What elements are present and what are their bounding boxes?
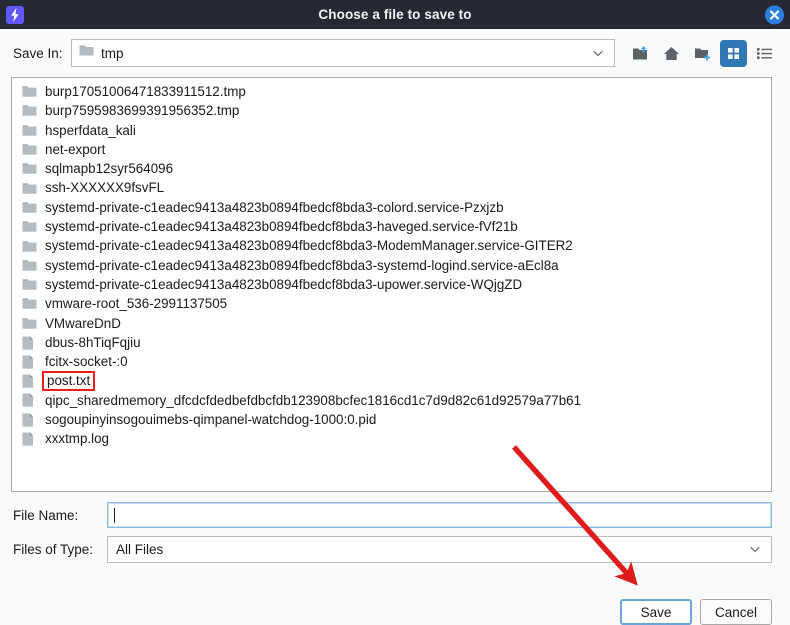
file-list-item-label: VMwareDnD	[45, 315, 121, 331]
file-list-item[interactable]: sqlmapb12syr564096	[12, 159, 771, 178]
file-list-item[interactable]: systemd-private-c1eadec9413a4823b0894fbe…	[12, 275, 771, 294]
filename-row: File Name:	[13, 501, 772, 529]
save-in-label: Save In:	[13, 45, 63, 61]
file-list-item[interactable]: xxxtmp.log	[12, 429, 771, 448]
file-list-item-label: sogoupinyinsogouimebs-qimpanel-watchdog-…	[45, 411, 377, 427]
file-list-item-label: xxxtmp.log	[45, 431, 109, 447]
file-list-item[interactable]: net-export	[12, 140, 771, 159]
text-caret	[114, 507, 115, 523]
file-icon	[22, 374, 38, 388]
file-list-item-label: burp17051006471833911512.tmp	[45, 83, 246, 99]
folder-icon	[22, 143, 38, 156]
filetype-row: Files of Type: All Files	[13, 535, 772, 563]
file-list-item-label: burp7595983699391956352.tmp	[45, 103, 240, 119]
close-icon[interactable]	[765, 5, 784, 24]
filetype-combo[interactable]: All Files	[107, 535, 772, 563]
folder-icon	[22, 104, 38, 117]
file-list-item[interactable]: sogoupinyinsogouimebs-qimpanel-watchdog-…	[12, 410, 771, 429]
folder-icon	[22, 297, 38, 310]
chevron-down-icon	[748, 542, 762, 556]
file-list-item[interactable]: burp17051006471833911512.tmp	[12, 82, 771, 101]
file-list-item-label: qipc_sharedmemory_dfcdcfdedbefdbcfdb1239…	[45, 392, 582, 408]
chevron-down-icon	[591, 46, 605, 60]
lightning-bolt-icon	[6, 5, 24, 24]
file-list-item-label: systemd-private-c1eadec9413a4823b0894fbe…	[45, 257, 559, 273]
folder-icon	[22, 317, 38, 330]
filename-input[interactable]	[107, 502, 772, 528]
file-list-item-label: systemd-private-c1eadec9413a4823b0894fbe…	[45, 238, 573, 254]
file-list-item-label: systemd-private-c1eadec9413a4823b0894fbe…	[45, 276, 523, 292]
file-list-item-label: net-export	[45, 141, 106, 157]
folder-icon	[22, 85, 38, 98]
filename-label: File Name:	[13, 507, 79, 523]
save-button[interactable]: Save	[619, 599, 692, 625]
file-list-item-label: systemd-private-c1eadec9413a4823b0894fbe…	[45, 199, 504, 215]
filetype-value: All Files	[116, 541, 164, 557]
folder-icon	[22, 220, 38, 233]
folder-icon	[22, 259, 38, 272]
file-browser-toolbar	[623, 39, 778, 67]
title-bar: Choose a file to save to	[0, 0, 790, 29]
file-list-item-label: vmware-root_536-2991137505	[45, 296, 228, 312]
file-list-item[interactable]: VMwareDnD	[12, 314, 771, 333]
save-form: File Name: Files of Type: All Files	[13, 501, 772, 569]
file-icon	[22, 393, 38, 407]
file-list-item[interactable]: burp7595983699391956352.tmp	[12, 101, 771, 120]
file-icon	[22, 432, 38, 446]
file-list-item-label: fcitx-socket-:0	[45, 354, 128, 370]
file-list-item-label: ssh-XXXXXX9fsvFL	[45, 180, 165, 196]
file-list-item[interactable]: systemd-private-c1eadec9413a4823b0894fbe…	[12, 256, 771, 275]
file-icon	[22, 336, 38, 350]
file-list-item[interactable]: systemd-private-c1eadec9413a4823b0894fbe…	[12, 198, 771, 217]
grid-view-icon[interactable]	[720, 39, 747, 67]
file-list-item[interactable]: systemd-private-c1eadec9413a4823b0894fbe…	[12, 217, 771, 236]
home-icon[interactable]	[658, 40, 685, 67]
file-list-item-label: dbus-8hTiqFqjiu	[45, 334, 141, 350]
save-in-row: Save In: tmp	[13, 38, 778, 68]
window-title: Choose a file to save to	[318, 7, 472, 22]
folder-icon	[79, 44, 94, 62]
folder-icon	[22, 240, 38, 253]
save-in-value: tmp	[101, 45, 124, 61]
dialog-buttons: Save Cancel	[619, 599, 772, 625]
file-list: burp17051006471833911512.tmp burp75959836…	[12, 78, 771, 449]
file-list-item[interactable]: systemd-private-c1eadec9413a4823b0894fbe…	[12, 236, 771, 255]
folder-icon	[22, 182, 38, 195]
file-icon	[22, 413, 38, 427]
file-list-item[interactable]: dbus-8hTiqFqjiu	[12, 333, 771, 352]
save-in-combo[interactable]: tmp	[71, 39, 615, 67]
file-list-item[interactable]: fcitx-socket-:0	[12, 352, 771, 371]
cancel-button[interactable]: Cancel	[699, 599, 772, 625]
file-list-item[interactable]: post.txt	[12, 370, 771, 392]
file-save-dialog: Save In: tmp burp17051006471833911512.tm…	[0, 29, 790, 625]
file-list-item[interactable]: qipc_sharedmemory_dfcdcfdedbefdbcfdb1239…	[12, 391, 771, 410]
file-list-item[interactable]: hsperfdata_kali	[12, 121, 771, 140]
file-list-item-label: sqlmapb12syr564096	[45, 161, 174, 177]
folder-icon	[22, 124, 38, 137]
up-folder-icon[interactable]	[627, 40, 654, 67]
folder-icon	[22, 201, 38, 214]
filetype-label: Files of Type:	[13, 541, 94, 557]
new-folder-icon[interactable]	[689, 40, 716, 67]
file-list-item-label: hsperfdata_kali	[45, 122, 136, 138]
folder-icon	[22, 278, 38, 291]
file-list-item[interactable]: vmware-root_536-2991137505	[12, 294, 771, 313]
file-list-item[interactable]: ssh-XXXXXX9fsvFL	[12, 178, 771, 197]
folder-icon	[22, 162, 38, 175]
file-icon	[22, 355, 38, 369]
file-list-panel[interactable]: burp17051006471833911512.tmp burp75959836…	[11, 77, 772, 492]
file-list-item-label: systemd-private-c1eadec9413a4823b0894fbe…	[45, 219, 518, 235]
file-list-item-label: post.txt	[42, 370, 96, 392]
list-view-icon[interactable]	[751, 40, 778, 67]
